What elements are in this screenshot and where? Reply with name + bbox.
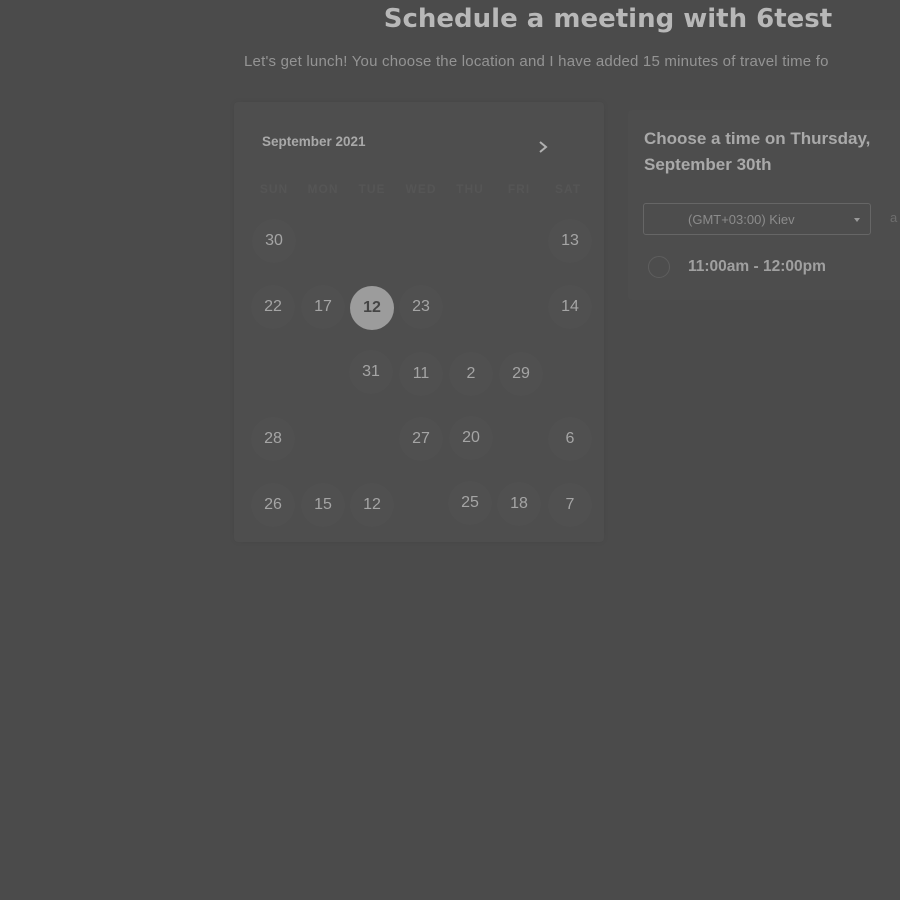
calendar-day[interactable] <box>500 285 544 329</box>
calendar-day[interactable]: 14 <box>548 285 592 329</box>
caret-down-icon <box>854 218 860 222</box>
calendar-day[interactable]: 12 <box>350 483 394 527</box>
calendar-day[interactable]: 15 <box>301 483 345 527</box>
calendar-day[interactable]: 7 <box>548 483 592 527</box>
calendar-day[interactable]: 6 <box>548 417 592 461</box>
time-picker-heading: Choose a time on Thursday, September 30t… <box>644 129 871 174</box>
calendar-day[interactable]: 11 <box>399 352 443 396</box>
next-month-button[interactable] <box>532 136 554 158</box>
calendar-day[interactable]: 18 <box>497 482 541 526</box>
weekday-label: MON <box>307 182 339 196</box>
timezone-value: (GMT+03:00) Kiev <box>688 212 795 227</box>
calendar-day[interactable]: 26 <box>251 483 295 527</box>
weekday-label: FRI <box>507 182 531 196</box>
calendar-day[interactable]: 25 <box>448 481 492 525</box>
calendar-day[interactable]: 22 <box>251 285 295 329</box>
weekday-label: SAT <box>554 182 582 196</box>
time-slot-label: 11:00am - 12:00pm <box>688 258 826 275</box>
calendar-day[interactable]: 30 <box>252 219 296 263</box>
weekday-label: THU <box>456 182 484 196</box>
calendar-day-selected[interactable]: 12 <box>350 286 394 330</box>
side-text: a <box>890 210 898 225</box>
radio-button[interactable] <box>648 256 670 278</box>
weekday-label: WED <box>405 182 437 196</box>
page-title: Schedule a meeting with 6test <box>383 4 833 34</box>
calendar-day[interactable]: 28 <box>251 417 295 461</box>
calendar-day[interactable]: 29 <box>499 352 543 396</box>
calendar-day[interactable]: 31 <box>349 350 393 394</box>
weekday-label: SUN <box>259 182 289 196</box>
calendar-day[interactable]: 2 <box>449 352 493 396</box>
calendar-day[interactable]: 13 <box>548 219 592 263</box>
timezone-select[interactable]: (GMT+03:00) Kiev <box>643 203 871 235</box>
calendar-day[interactable]: 27 <box>399 417 443 461</box>
calendar-day[interactable]: 20 <box>449 416 493 460</box>
month-label: September 2021 <box>262 134 366 149</box>
page-subtitle: Let's get lunch! You choose the location… <box>244 53 829 70</box>
chevron-right-icon <box>539 141 548 153</box>
weekday-label: TUE <box>358 182 386 196</box>
calendar-day[interactable]: 23 <box>399 285 443 329</box>
calendar-day[interactable]: 17 <box>301 285 345 329</box>
weekday-header: SUN MON TUE WED THU FRI SAT <box>254 182 594 198</box>
